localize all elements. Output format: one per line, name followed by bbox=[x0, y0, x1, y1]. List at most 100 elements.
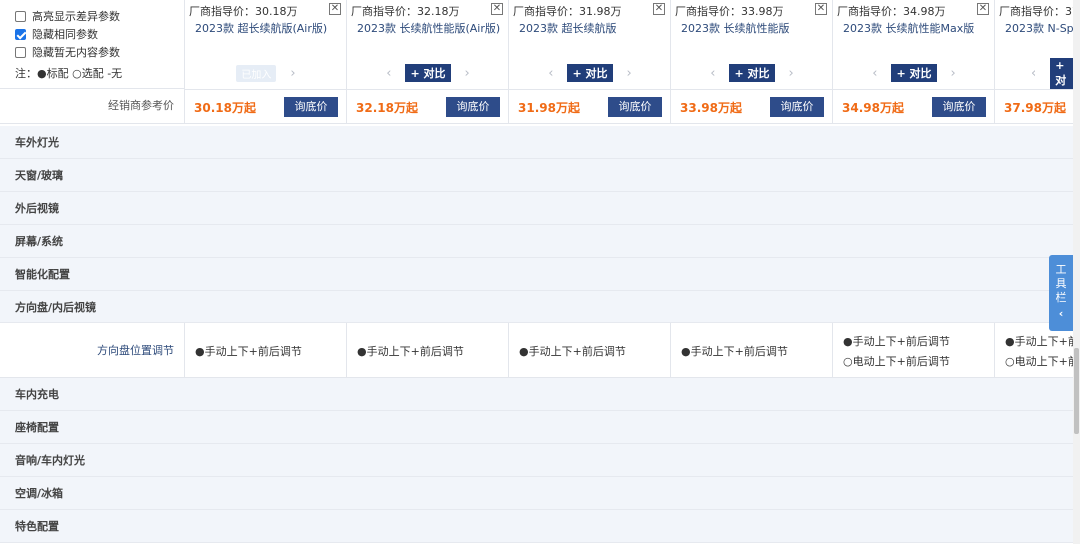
car-name[interactable]: 2023款 超长续航版 bbox=[519, 20, 617, 36]
section-charging[interactable]: 车内充电 bbox=[0, 378, 1073, 411]
section-screen-system[interactable]: 屏幕/系统 bbox=[0, 225, 1073, 258]
spec-value: ●手动上下+前后调节 bbox=[357, 344, 464, 358]
spec-value: ●手动上下+前 bbox=[1005, 334, 1073, 348]
price-bar: 30.18万起 询底价 bbox=[185, 89, 347, 124]
row-label: 方向盘位置调节 bbox=[0, 323, 185, 378]
car-name[interactable]: 2023款 长续航性能版 bbox=[681, 20, 790, 36]
close-icon[interactable]: ✕ bbox=[653, 3, 665, 15]
section-steering-mirror[interactable]: 方向盘/内后视镜 bbox=[0, 291, 1073, 323]
section-special[interactable]: 特色配置 bbox=[0, 510, 1073, 543]
price-bar: 37.98万起 bbox=[995, 89, 1073, 124]
section-climate[interactable]: 空调/冰箱 bbox=[0, 477, 1073, 510]
guide-price: 厂商指导价：30.18万 bbox=[189, 5, 298, 18]
spec-cell: ●手动上下+前 ○电动上下+前 bbox=[995, 323, 1073, 378]
price-bar: 31.98万起 询底价 bbox=[509, 89, 671, 124]
option-label: 隐藏相同参数 bbox=[32, 28, 98, 41]
car-column-4: 厂商指导价：33.98万 ✕ 2023款 长续航性能版 ‹ + 对比 › 33.… bbox=[671, 0, 833, 124]
steering-adjust-row: 方向盘位置调节 ●手动上下+前后调节 ●手动上下+前后调节 ●手动上下+前后调节… bbox=[0, 323, 1073, 378]
dealer-price: 30.18万起 bbox=[194, 101, 256, 115]
section-mirrors[interactable]: 外后视镜 bbox=[0, 192, 1073, 225]
option-hide-same[interactable]: 隐藏相同参数 bbox=[15, 25, 184, 43]
guide-price: 厂商指导价：33.98万 bbox=[675, 5, 784, 18]
close-icon[interactable]: ✕ bbox=[491, 3, 503, 15]
close-icon[interactable]: ✕ bbox=[977, 3, 989, 15]
option-label: 高亮显示差异参数 bbox=[32, 10, 120, 23]
option-highlight-diff[interactable]: 高亮显示差异参数 bbox=[15, 7, 184, 25]
scrollbar-thumb[interactable] bbox=[1074, 348, 1079, 434]
price-bar: 34.98万起 询底价 bbox=[833, 89, 995, 124]
spec-value: ●手动上下+前后调节 bbox=[195, 344, 302, 358]
dealer-price: 33.98万起 bbox=[680, 101, 742, 115]
chevron-right-icon[interactable]: › bbox=[465, 66, 470, 81]
inquire-button[interactable]: 询底价 bbox=[608, 97, 662, 117]
chevron-left-icon[interactable]: ‹ bbox=[710, 66, 715, 81]
checkbox-highlight-diff[interactable] bbox=[15, 10, 26, 22]
price-bar: 32.18万起 询底价 bbox=[347, 89, 509, 124]
spec-value: ○电动上下+前后调节 bbox=[843, 354, 950, 368]
comparison-header: 高亮显示差异参数 隐藏相同参数 隐藏暂无内容参数 注：●标配 ○选配 -无 经销… bbox=[0, 0, 1073, 124]
car-column-6: 厂商指导价：37 2023款 N-Spo ‹ + 对 37.98万起 bbox=[995, 0, 1073, 124]
guide-price: 厂商指导价：37 bbox=[999, 5, 1073, 18]
chevron-left-icon[interactable]: ‹ bbox=[1031, 66, 1036, 81]
toolbar-label: 工具栏 bbox=[1055, 263, 1067, 304]
spec-value: ●手动上下+前后调节 bbox=[681, 344, 788, 358]
dealer-price: 34.98万起 bbox=[842, 101, 904, 115]
section-smart-features[interactable]: 智能化配置 bbox=[0, 258, 1073, 291]
inquire-button[interactable]: 询底价 bbox=[446, 97, 500, 117]
display-options: 高亮显示差异参数 隐藏相同参数 隐藏暂无内容参数 注：●标配 ○选配 -无 bbox=[0, 0, 185, 89]
compare-button[interactable]: + 对比 bbox=[405, 64, 451, 82]
inquire-button[interactable]: 询底价 bbox=[284, 97, 338, 117]
inquire-button[interactable]: 询底价 bbox=[932, 97, 986, 117]
section-audio-lighting[interactable]: 音响/车内灯光 bbox=[0, 444, 1073, 477]
close-icon[interactable]: ✕ bbox=[815, 3, 827, 15]
car-nav: ‹ + 对比 › bbox=[509, 64, 671, 82]
scrollbar-track[interactable] bbox=[1073, 0, 1080, 544]
car-name[interactable]: 2023款 长续航性能Max版 bbox=[843, 20, 974, 36]
chevron-right-icon[interactable]: › bbox=[290, 66, 295, 81]
compare-button[interactable]: + 对比 bbox=[729, 64, 775, 82]
dealer-price: 37.98万起 bbox=[1004, 101, 1066, 115]
chevron-left-icon: ‹ bbox=[1058, 307, 1064, 320]
car-nav: ‹ + 对比 › bbox=[833, 64, 995, 82]
dealer-price: 32.18万起 bbox=[356, 101, 418, 115]
section-sunroof-glass[interactable]: 天窗/玻璃 bbox=[0, 159, 1073, 192]
option-hide-empty[interactable]: 隐藏暂无内容参数 bbox=[15, 43, 184, 61]
spec-cell: ●手动上下+前后调节 bbox=[671, 323, 833, 378]
guide-price: 厂商指导价：34.98万 bbox=[837, 5, 946, 18]
chevron-right-icon[interactable]: › bbox=[951, 66, 956, 81]
spec-value: ○电动上下+前 bbox=[1005, 354, 1073, 368]
toolbar-tab[interactable]: 工具栏 ‹ bbox=[1049, 255, 1073, 331]
guide-price: 厂商指导价：31.98万 bbox=[513, 5, 622, 18]
price-bar: 33.98万起 询底价 bbox=[671, 89, 833, 124]
option-label: 隐藏暂无内容参数 bbox=[32, 46, 120, 59]
comparison-page: 高亮显示差异参数 隐藏相同参数 隐藏暂无内容参数 注：●标配 ○选配 -无 经销… bbox=[0, 0, 1073, 544]
close-icon[interactable]: ✕ bbox=[329, 3, 341, 15]
chevron-left-icon[interactable]: ‹ bbox=[872, 66, 877, 81]
chevron-left-icon[interactable]: ‹ bbox=[548, 66, 553, 81]
chevron-right-icon[interactable]: › bbox=[627, 66, 632, 81]
added-badge: 已加入 bbox=[236, 64, 277, 82]
car-nav: ‹ + 对 bbox=[995, 57, 1073, 89]
spec-value: ●手动上下+前后调节 bbox=[843, 334, 950, 348]
checkbox-hide-same[interactable] bbox=[15, 28, 26, 40]
car-column-2: 厂商指导价：32.18万 ✕ 2023款 长续航性能版(Air版) ‹ + 对比… bbox=[347, 0, 509, 124]
car-column-1: 厂商指导价：30.18万 ✕ 2023款 超长续航版(Air版) 已加入 › 3… bbox=[185, 0, 347, 124]
car-name[interactable]: 2023款 超长续航版(Air版) bbox=[195, 20, 327, 36]
compare-button[interactable]: + 对比 bbox=[891, 64, 937, 82]
car-name[interactable]: 2023款 N-Spo bbox=[1005, 20, 1073, 36]
checkbox-hide-empty[interactable] bbox=[15, 46, 26, 58]
ref-price-label: 经销商参考价 bbox=[0, 89, 185, 124]
dealer-price: 31.98万起 bbox=[518, 101, 580, 115]
chevron-right-icon[interactable]: › bbox=[789, 66, 794, 81]
section-seats[interactable]: 座椅配置 bbox=[0, 411, 1073, 444]
spec-value: ●手动上下+前后调节 bbox=[519, 344, 626, 358]
chevron-left-icon[interactable]: ‹ bbox=[386, 66, 391, 81]
compare-button[interactable]: + 对 bbox=[1050, 57, 1073, 89]
spec-cell: ●手动上下+前后调节 bbox=[185, 323, 347, 378]
car-name[interactable]: 2023款 长续航性能版(Air版) bbox=[357, 20, 500, 36]
inquire-button[interactable]: 询底价 bbox=[770, 97, 824, 117]
compare-button[interactable]: + 对比 bbox=[567, 64, 613, 82]
section-exterior-lights[interactable]: 车外灯光 bbox=[0, 126, 1073, 159]
car-column-3: 厂商指导价：31.98万 ✕ 2023款 超长续航版 ‹ + 对比 › 31.9… bbox=[509, 0, 671, 124]
spec-cell: ●手动上下+前后调节 bbox=[347, 323, 509, 378]
